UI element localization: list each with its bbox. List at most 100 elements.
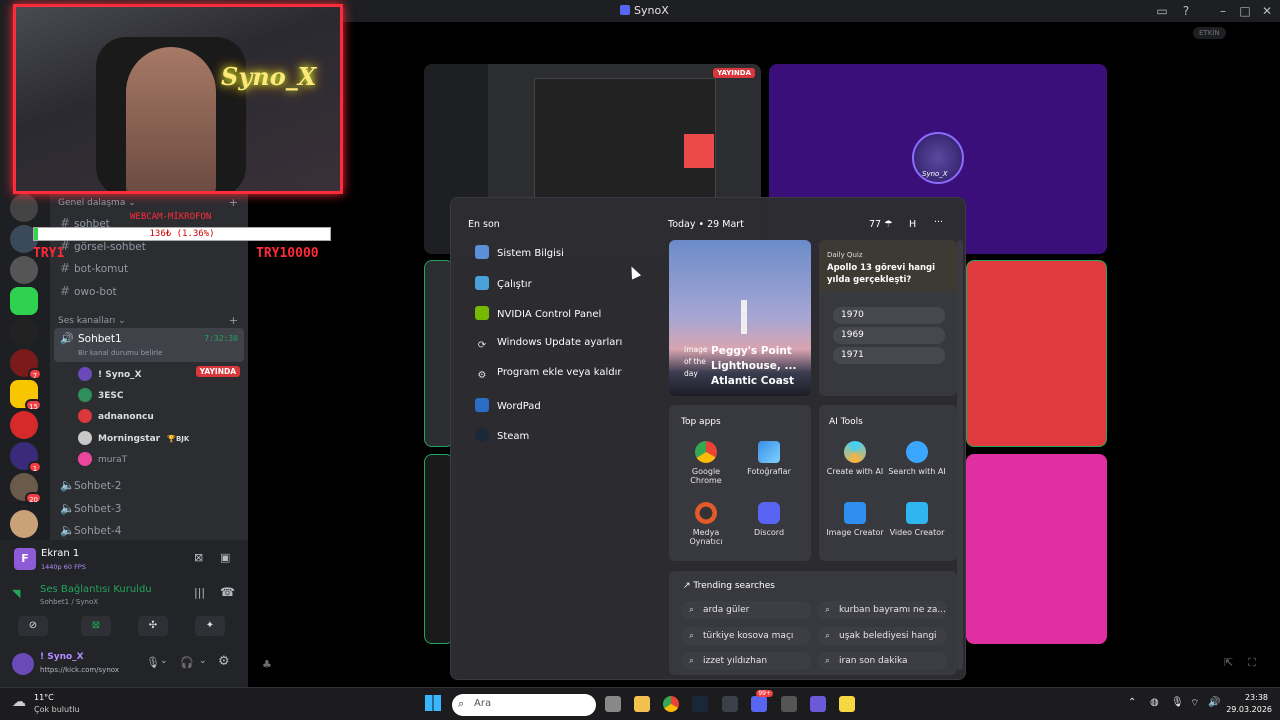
channel-status-placeholder[interactable]: Bir kanal durumu belirle: [78, 349, 162, 357]
server-icon[interactable]: [10, 510, 38, 538]
voice-channel-item[interactable]: 🔈Sohbet-2: [60, 478, 121, 492]
server-icon[interactable]: [10, 411, 38, 439]
maximize-button[interactable]: □: [1237, 3, 1253, 19]
stop-stream-icon[interactable]: ⊠: [194, 551, 203, 564]
recent-item[interactable]: WordPad: [475, 398, 541, 412]
server-icon[interactable]: 1: [10, 442, 42, 473]
more-options-icon[interactable]: ···: [934, 217, 943, 228]
video-off-button[interactable]: ⊘: [18, 616, 48, 636]
discord-icon[interactable]: 99+: [751, 690, 773, 712]
screen-share-button[interactable]: ⊠: [81, 616, 111, 636]
fullscreen-icon[interactable]: ⛶: [1248, 656, 1256, 670]
voice-user[interactable]: Morningstar 🏆BJK: [78, 431, 189, 445]
recent-item[interactable]: NVIDIA Control Panel: [475, 306, 601, 320]
weather-text[interactable]: Çok bulutlu: [34, 705, 80, 714]
server-icon[interactable]: 20: [10, 473, 42, 504]
voice-user[interactable]: adnanoncu: [78, 409, 154, 423]
voice-channel-item[interactable]: 🔈Sohbet-4: [60, 523, 121, 537]
help-icon[interactable]: ?: [1178, 3, 1194, 19]
quiz-option[interactable]: 1971: [833, 347, 945, 364]
category-text[interactable]: Genel dalaşma ⌄: [58, 198, 136, 208]
recent-item[interactable]: Sistem Bilgisi: [475, 245, 564, 259]
headphones-icon[interactable]: 🎧: [180, 656, 194, 669]
voice-location[interactable]: Sohbet1 / SynoX: [40, 598, 98, 606]
active-voice-channel[interactable]: 🔊 Sohbet1 7:32:30 Bir kanal durumu belir…: [54, 328, 244, 362]
inbox-icon[interactable]: ▭: [1154, 3, 1170, 19]
channel-item[interactable]: # bot-komut: [60, 261, 128, 275]
close-button[interactable]: ✕: [1259, 3, 1275, 19]
voice-channel-item[interactable]: 🔈Sohbet-3: [60, 501, 121, 515]
server-icon[interactable]: 7: [10, 349, 42, 380]
quiz-option[interactable]: 1970: [833, 307, 945, 324]
daily-quiz-card[interactable]: Daily Quiz Apollo 13 görevi hangi yılda …: [819, 240, 957, 396]
kick-server-icon[interactable]: [10, 287, 38, 315]
trending-item[interactable]: ⌕ izzet yıldızhan: [681, 652, 811, 670]
task-view-icon[interactable]: [605, 696, 621, 712]
disconnect-icon[interactable]: ☎: [220, 585, 235, 599]
app-icon[interactable]: [810, 696, 826, 712]
server-icon[interactable]: 15: [10, 380, 42, 411]
voice-user[interactable]: 3ESC: [78, 388, 124, 402]
weather-temp[interactable]: 11°C: [34, 693, 54, 702]
channel-item[interactable]: # görsel-sohbet: [60, 239, 146, 253]
activities-button[interactable]: ✣: [138, 616, 168, 636]
chevron-down-icon[interactable]: ⌄: [160, 656, 168, 666]
noise-suppression-icon[interactable]: |||: [194, 586, 205, 599]
category-voice[interactable]: Ses kanalları ⌄: [58, 316, 126, 326]
stream-settings-icon[interactable]: ▣: [220, 551, 230, 564]
clock-date[interactable]: 29.03.2026: [1226, 705, 1272, 714]
stage-icon[interactable]: ♣: [262, 658, 272, 671]
channel-item[interactable]: # owo-bot: [60, 284, 117, 298]
scrollbar[interactable]: [957, 240, 963, 670]
app-icon[interactable]: [781, 696, 797, 712]
image-of-the-day-card[interactable]: Image of the day Peggy's Point Lighthous…: [669, 240, 811, 396]
app-photos[interactable]: Fotoğraflar: [739, 441, 799, 476]
microphone-icon[interactable]: 🎙: [1171, 697, 1184, 708]
app-discord[interactable]: Discord: [739, 502, 799, 537]
soundboard-button[interactable]: ✦: [195, 616, 225, 636]
quiz-option[interactable]: 1969: [833, 327, 945, 344]
chevron-down-icon[interactable]: ⌄: [199, 656, 207, 666]
tray-chevron-icon[interactable]: ⌃: [1128, 697, 1136, 708]
weather-indicator[interactable]: 77 ☂: [869, 219, 893, 230]
voice-user[interactable]: ! Syno_X: [78, 367, 142, 381]
steam-icon[interactable]: [692, 696, 708, 712]
app-icon[interactable]: [839, 696, 855, 712]
recent-item[interactable]: Çalıştır: [475, 276, 532, 290]
microphone-icon[interactable]: 🎙: [146, 656, 160, 669]
profile-initial[interactable]: H: [909, 219, 916, 230]
start-windows-icon[interactable]: [425, 695, 441, 711]
popout-icon[interactable]: ⇱: [1224, 656, 1233, 669]
gear-icon[interactable]: ⚙: [218, 654, 230, 669]
trending-item[interactable]: ⌕ iran son dakika: [817, 652, 947, 670]
server-icon[interactable]: [10, 318, 38, 346]
participant-tile[interactable]: [966, 454, 1107, 644]
voice-status[interactable]: Ses Bağlantısı Kuruldu: [40, 584, 152, 595]
ai-create[interactable]: Create with AI: [825, 441, 885, 476]
volume-icon[interactable]: 🔊: [1208, 697, 1220, 708]
file-explorer-icon[interactable]: [634, 696, 650, 712]
participant-tile[interactable]: [966, 260, 1107, 447]
add-channel-icon[interactable]: +: [229, 196, 238, 209]
ai-search[interactable]: Search with AI: [887, 441, 947, 476]
trending-item[interactable]: ⌕ arda güler: [681, 601, 811, 619]
voice-user[interactable]: muraT: [78, 452, 127, 466]
app-chrome[interactable]: Google Chrome: [676, 441, 736, 485]
recent-item[interactable]: ⚙ Program ekle veya kaldır: [475, 367, 622, 383]
ai-video-creator[interactable]: Video Creator: [887, 502, 947, 537]
recent-item[interactable]: ⟳ Windows Update ayarları: [475, 337, 623, 353]
network-icon[interactable]: ◍: [1150, 697, 1159, 708]
recent-item[interactable]: Steam: [475, 428, 529, 442]
username[interactable]: ! Syno_X: [40, 652, 84, 662]
trending-item[interactable]: ⌕ türkiye kosova maçı: [681, 627, 811, 645]
app-icon[interactable]: [722, 696, 738, 712]
clock-time[interactable]: 23:38: [1236, 693, 1268, 702]
add-channel-icon[interactable]: +: [229, 314, 238, 327]
taskbar-search[interactable]: ⌕ Ara: [452, 694, 596, 716]
app-media-player[interactable]: Medya Oynatıcı: [676, 502, 736, 546]
wifi-icon[interactable]: ⌔: [1190, 697, 1199, 710]
ai-image-creator[interactable]: Image Creator: [825, 502, 885, 537]
avatar[interactable]: [12, 653, 34, 675]
minimize-button[interactable]: –: [1215, 3, 1231, 19]
trending-item[interactable]: ⌕uşak belediyesi hangi ...: [817, 627, 947, 659]
